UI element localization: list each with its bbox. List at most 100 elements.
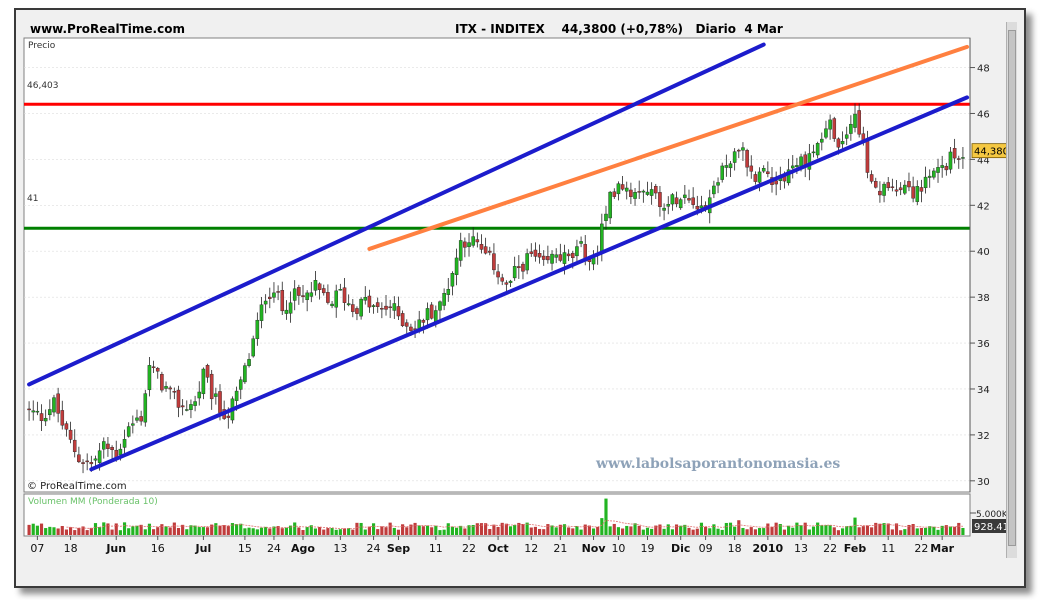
candle-body-up <box>284 309 289 314</box>
candle-body-down <box>857 110 861 135</box>
candle-body-down <box>492 253 496 271</box>
volume-bar-down <box>322 529 326 535</box>
candle-body-up <box>201 368 206 395</box>
volume-bar-up <box>807 529 811 535</box>
candle-body-up <box>454 257 459 275</box>
price-axis: 30323436384042444648 <box>969 38 990 492</box>
candle-body-up <box>712 185 716 195</box>
volume-bar-up <box>127 528 131 535</box>
volume-bar-up <box>293 522 297 535</box>
volume-bar-up <box>903 529 907 535</box>
volume-bar-down <box>674 524 679 535</box>
volume-scale-label: 5.000K <box>976 510 1009 520</box>
candle-body-up <box>52 397 56 413</box>
volume-bar-up <box>828 525 832 535</box>
volume-bar-up <box>513 524 517 535</box>
candle-body-down <box>629 189 633 197</box>
candle-body-up <box>450 272 455 287</box>
volume-bar-down <box>745 529 749 535</box>
candle-body-up <box>562 252 567 264</box>
candle-body-down <box>321 288 326 294</box>
candle-body-up <box>471 236 475 246</box>
vertical-scrollbar[interactable] <box>1006 22 1017 558</box>
candle-body-up <box>633 192 637 199</box>
candle-body-down <box>400 313 405 327</box>
candle-body-down <box>919 187 924 192</box>
volume-bar-up <box>247 527 251 535</box>
candle-body-down <box>691 197 695 205</box>
candle-body-down <box>326 292 330 303</box>
volume-bar-up <box>338 529 342 535</box>
volume-bar-up <box>791 527 795 535</box>
price-tick-label: 48 <box>977 64 990 75</box>
volume-bar-down <box>401 524 405 535</box>
volume-bar-down <box>60 526 64 535</box>
candle-body-up <box>849 123 853 134</box>
volume-bar-up <box>35 525 39 535</box>
volume-bar-up <box>799 525 803 535</box>
scrollbar-thumb[interactable] <box>1008 30 1016 546</box>
candle-body-down <box>384 305 388 310</box>
volume-bar-up <box>359 522 363 535</box>
volume-bar-up <box>757 528 762 535</box>
candle-body-up <box>550 253 554 264</box>
volume-bar-up <box>284 527 288 535</box>
volume-bar-down <box>533 526 538 535</box>
candle-body-up <box>338 289 343 291</box>
candle-body-down <box>500 277 505 282</box>
candle-body-up <box>741 147 745 151</box>
volume-bar-up <box>670 529 674 535</box>
candle-body-down <box>56 393 60 414</box>
candle-body-down <box>342 287 347 303</box>
candle-body-down <box>77 454 81 463</box>
volume-bar-up <box>255 529 259 535</box>
candle-body-up <box>728 163 733 169</box>
time-tick-label: 19 <box>640 542 654 555</box>
volume-bar-down <box>832 527 836 535</box>
volume-bar-down <box>156 527 160 535</box>
price-tick-label: 32 <box>977 431 990 442</box>
candle-body-up <box>840 141 845 145</box>
volume-bar-down <box>218 525 222 535</box>
candle-body-up <box>799 156 803 167</box>
volume-bar-up <box>189 525 193 535</box>
volume-bar-up <box>425 525 430 535</box>
volume-bar-up <box>650 528 654 535</box>
watermark: www.labolsaporantonomasia.es <box>595 456 840 472</box>
time-tick-label: 22 <box>823 542 837 555</box>
volume-bar-down <box>351 529 355 535</box>
time-tick-label: 21 <box>553 542 567 555</box>
level-low-label: 41 <box>27 194 38 204</box>
candle-body-down <box>541 255 546 260</box>
candle-body-down <box>106 443 110 449</box>
candle-body-down <box>832 118 837 139</box>
volume-bar-down <box>205 527 210 535</box>
volume-bar-up <box>392 527 396 535</box>
volume-bar-down <box>27 524 31 535</box>
candle-body-up <box>255 319 260 339</box>
volume-bar-down <box>836 530 840 535</box>
candle-body-up <box>313 280 318 291</box>
volume-bar-up <box>550 525 554 535</box>
candle-body-up <box>683 194 687 198</box>
volume-bar-up <box>716 528 720 535</box>
candle-body-up <box>185 409 189 411</box>
volume-bar-down <box>878 523 882 535</box>
candle-body-up <box>363 296 368 301</box>
volume-bar-up <box>417 525 421 535</box>
time-tick-label: Jun <box>105 542 126 555</box>
volume-bar-up <box>712 524 716 535</box>
candle-body-down <box>774 180 778 185</box>
volume-bar-down <box>874 522 878 535</box>
volume-bar-down <box>85 530 89 535</box>
candle-body-down <box>517 266 521 269</box>
volume-bar-up <box>239 523 243 535</box>
candle-body-down <box>612 191 617 197</box>
volume-bar-up <box>795 522 799 535</box>
candle-body-down <box>737 149 741 152</box>
volume-bar-down <box>587 525 591 535</box>
candle-body-up <box>292 288 297 301</box>
volume-bar-down <box>704 526 708 535</box>
volume-bar-up <box>93 523 98 535</box>
volume-bar-down <box>475 523 479 535</box>
